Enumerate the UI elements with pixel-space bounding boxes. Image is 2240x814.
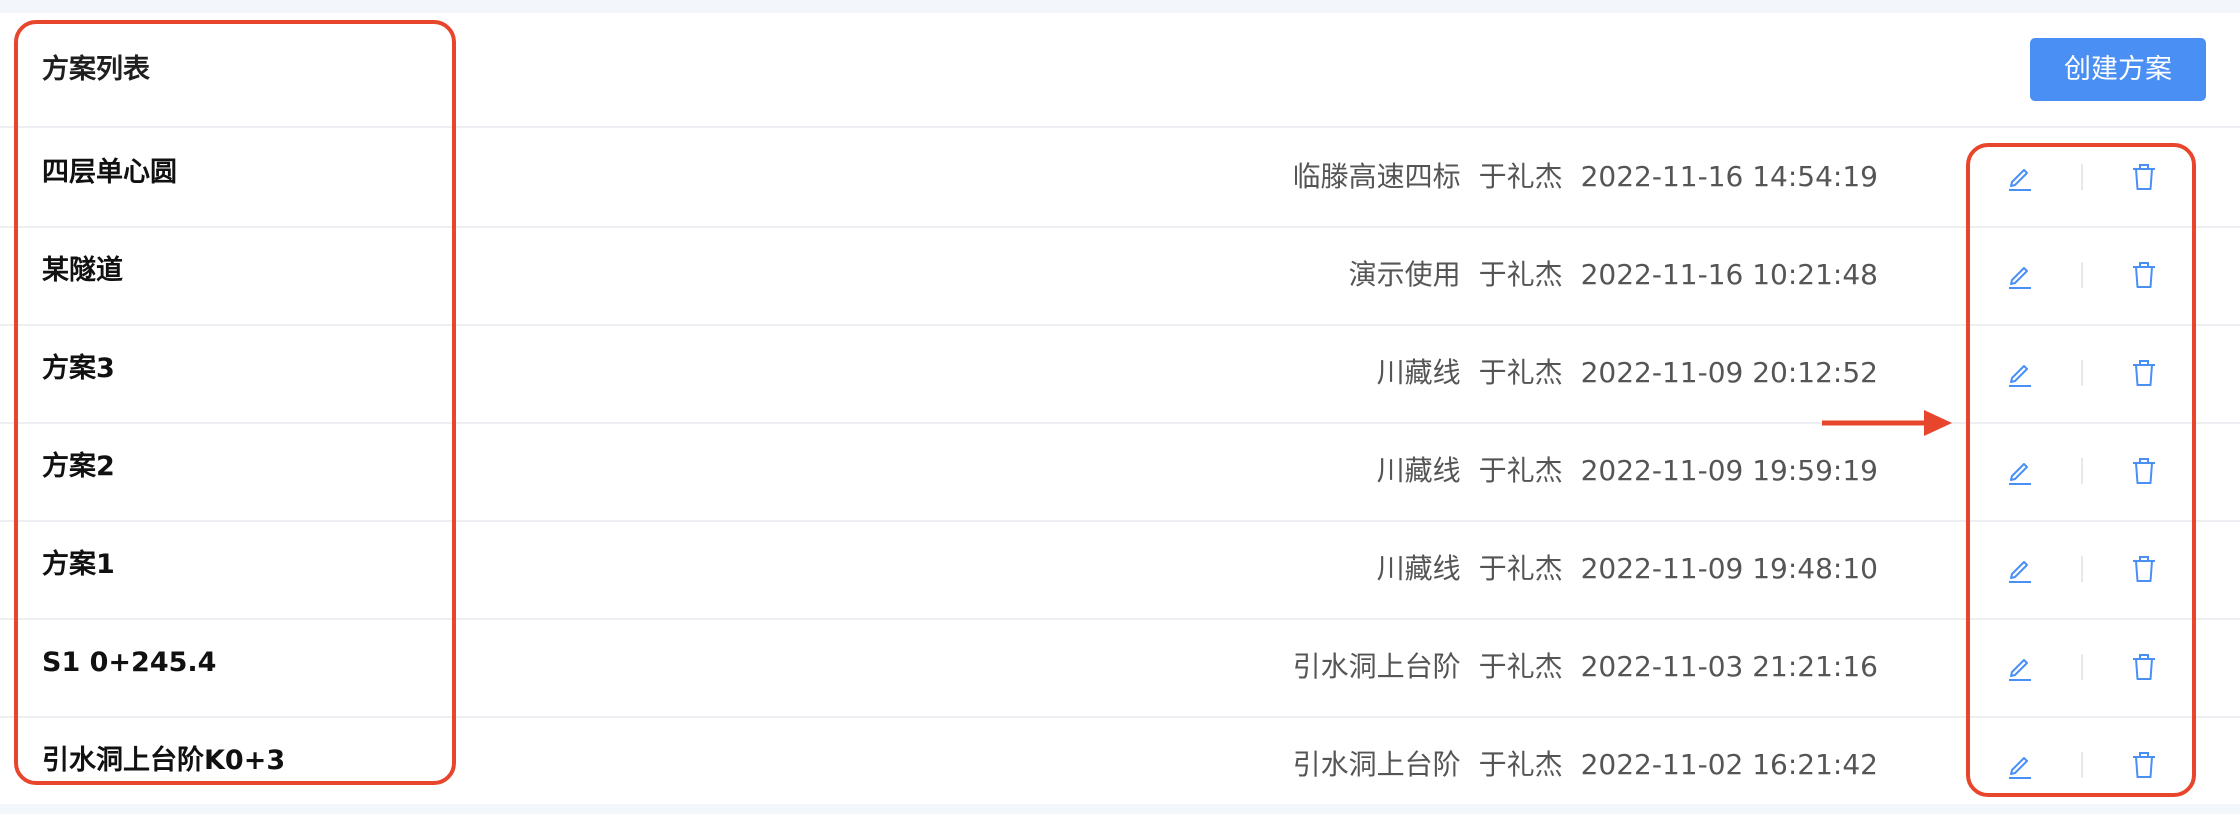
author-name: 于礼杰 [1478, 356, 1563, 389]
annotation-box-names [14, 20, 456, 785]
scheme-meta: 演示使用 于礼杰 2022-11-16 10:21:48 [1349, 258, 1878, 292]
timestamp: 2022-11-09 19:59:19 [1580, 454, 1878, 487]
author-name: 于礼杰 [1478, 650, 1563, 683]
project-name: 临滕高速四标 [1292, 160, 1461, 193]
scheme-meta: 引水洞上台阶 于礼杰 2022-11-02 16:21:42 [1293, 748, 1878, 782]
scheme-meta: 川藏线 于礼杰 2022-11-09 19:48:10 [1377, 552, 1878, 586]
project-name: 引水洞上台阶 [1292, 650, 1461, 683]
timestamp: 2022-11-16 14:54:19 [1580, 160, 1878, 193]
scheme-meta: 川藏线 于礼杰 2022-11-09 20:12:52 [1377, 356, 1878, 390]
project-name: 演示使用 [1348, 258, 1461, 291]
timestamp: 2022-11-09 19:48:10 [1580, 552, 1878, 585]
scheme-meta: 引水洞上台阶 于礼杰 2022-11-03 21:21:16 [1293, 650, 1878, 684]
author-name: 于礼杰 [1478, 258, 1563, 291]
timestamp: 2022-11-03 21:21:16 [1580, 650, 1878, 683]
project-name: 川藏线 [1376, 454, 1461, 487]
scheme-meta: 临滕高速四标 于礼杰 2022-11-16 14:54:19 [1293, 160, 1878, 194]
timestamp: 2022-11-16 10:21:48 [1580, 258, 1878, 291]
author-name: 于礼杰 [1478, 160, 1563, 193]
annotation-box-actions [1966, 143, 2196, 797]
project-name: 川藏线 [1376, 552, 1461, 585]
timestamp: 2022-11-09 20:12:52 [1580, 356, 1878, 389]
author-name: 于礼杰 [1478, 454, 1563, 487]
timestamp: 2022-11-02 16:21:42 [1580, 748, 1878, 781]
project-name: 川藏线 [1376, 356, 1461, 389]
project-name: 引水洞上台阶 [1292, 748, 1461, 781]
author-name: 于礼杰 [1478, 552, 1563, 585]
scheme-meta: 川藏线 于礼杰 2022-11-09 19:59:19 [1377, 454, 1878, 488]
annotation-arrow-icon [1822, 410, 1952, 436]
create-scheme-button[interactable]: 创建方案 [2030, 38, 2206, 101]
author-name: 于礼杰 [1478, 748, 1563, 781]
